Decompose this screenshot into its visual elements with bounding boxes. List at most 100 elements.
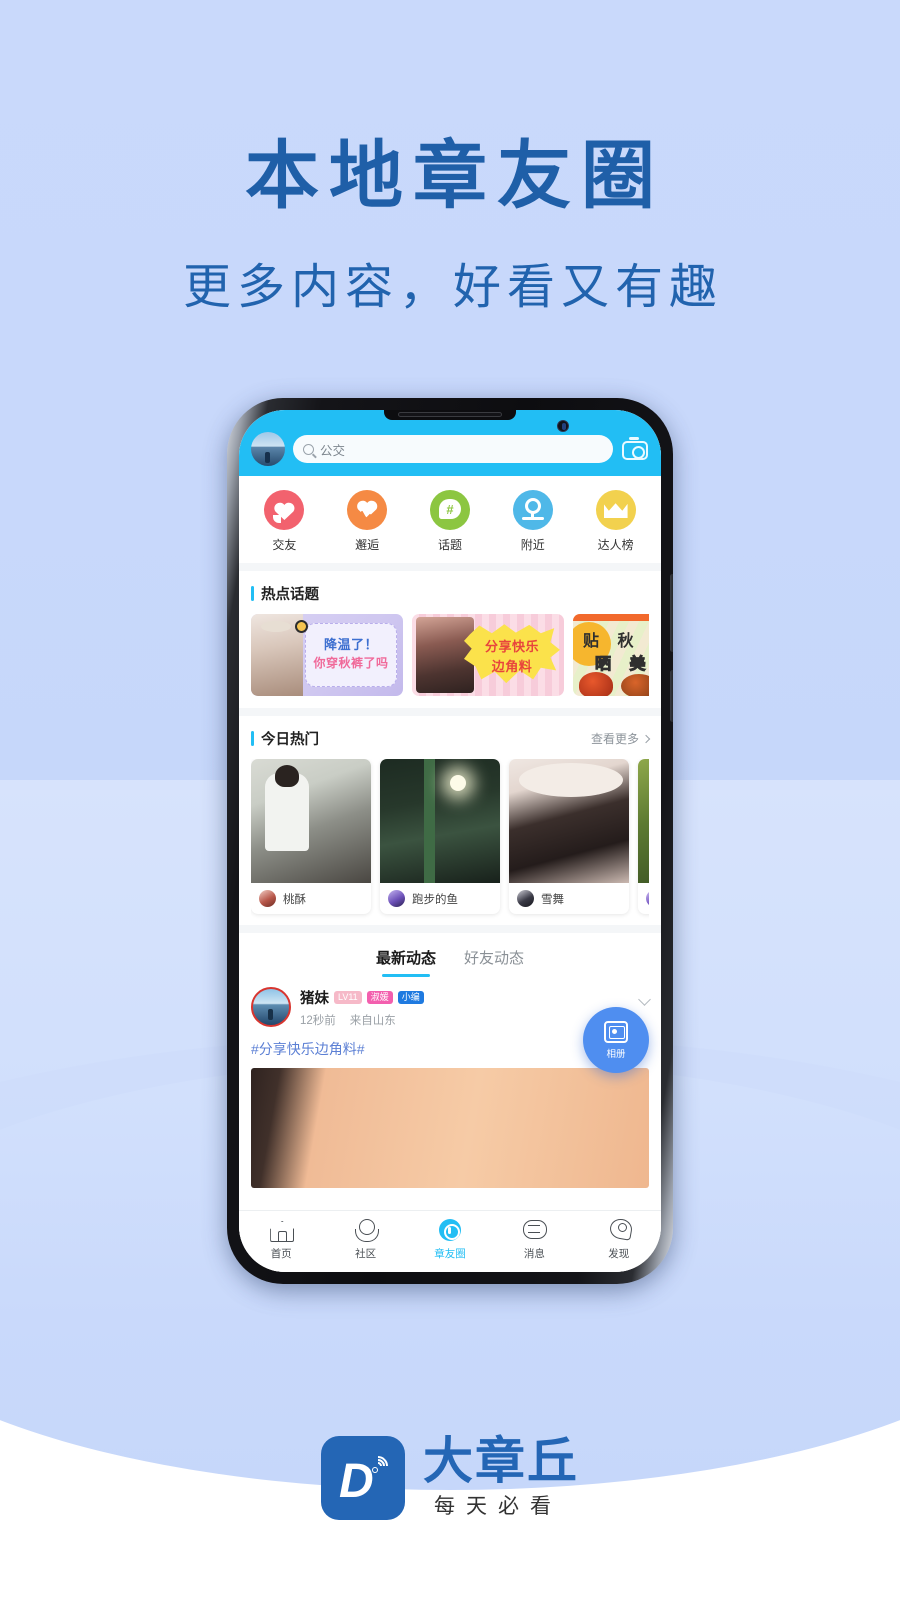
tab-home[interactable]: 首页 [246, 1218, 316, 1261]
hot-today-title: 今日热门 [261, 732, 319, 748]
topic-line2: 你穿秋裤了吗 [313, 656, 389, 670]
phone-volume-button[interactable] [670, 574, 673, 652]
accent-bar [251, 586, 254, 601]
phone-mockup: 公交 交友 邂逅 # 话题 附近 达人榜 热点话题 降温了！ 你穿秋裤了吗 分享… [227, 398, 673, 1288]
camera-icon-top [629, 437, 639, 440]
hot-card-footer: 跑步的鱼 [380, 883, 500, 914]
quicknav-item-xiehou[interactable]: 邂逅 [334, 490, 400, 553]
phone-frame: 公交 交友 邂逅 # 话题 附近 达人榜 热点话题 降温了！ 你穿秋裤了吗 分享… [227, 398, 673, 1284]
tab-community[interactable]: 社区 [331, 1218, 401, 1261]
hot-topics-header: 热点话题 [251, 583, 649, 614]
crown-icon [595, 490, 636, 530]
quicknav-item-fujin[interactable]: 附近 [500, 490, 566, 553]
hash-glyph: # [446, 501, 454, 517]
avatar [646, 890, 649, 907]
topic-card[interactable]: 贴 秋 晒 美 [573, 614, 649, 696]
author-name: 猪妹 [300, 991, 329, 1007]
quicknav-label: 话题 [437, 538, 462, 552]
hot-today-card[interactable]: 雪舞 [509, 759, 629, 914]
post-thumbnail [509, 759, 629, 883]
front-camera-icon [557, 420, 569, 432]
accent-bar [251, 731, 254, 746]
topic-photo-detail [261, 621, 291, 632]
app-viewport: 公交 交友 邂逅 # 话题 附近 达人榜 热点话题 降温了！ 你穿秋裤了吗 分享… [239, 410, 661, 1272]
message-icon [521, 1218, 548, 1242]
avatar [517, 890, 534, 907]
album-photo-icon [604, 1020, 628, 1043]
home-icon [268, 1218, 294, 1242]
topic-line1: 贴 秋 [583, 633, 641, 650]
hero-text-block: 本地章友圈 更多内容，好看又有趣 [0, 130, 900, 317]
tab-messages[interactable]: 消息 [499, 1218, 569, 1261]
hot-today-card[interactable] [638, 759, 649, 914]
post-author-row: 猪妹 LV11 淑媛 小编 [300, 987, 631, 1008]
avatar[interactable] [251, 987, 291, 1027]
pin-base [521, 517, 544, 520]
tab-discover[interactable]: 发现 [584, 1218, 654, 1261]
post-timestamp: 12秒前 [300, 1015, 336, 1027]
hot-today-header: 今日热门 查看更多 [251, 728, 651, 759]
author-name: 跑步的鱼 [412, 893, 458, 906]
pulse-line-icon [353, 511, 382, 520]
discover-icon [606, 1218, 632, 1242]
section-title-wrap: 热点话题 [251, 583, 319, 604]
avatar [388, 890, 405, 907]
quicknav-label: 附近 [520, 538, 545, 552]
tab-label: 消息 [523, 1248, 545, 1260]
quick-nav-row: 交友 邂逅 # 话题 附近 达人榜 [239, 476, 661, 563]
section-title-wrap: 今日热门 [251, 728, 319, 749]
brand-name: 大章丘 [423, 1433, 579, 1489]
heart-chat-icon [264, 490, 305, 530]
topic-card[interactable]: 分享快乐 边角料 [412, 614, 564, 696]
post-submeta: 12秒前 来自山东 [300, 1012, 631, 1028]
chevron-right-icon [641, 734, 651, 743]
status-badge: 淑媛 [366, 990, 393, 1005]
food-photo [621, 674, 649, 696]
app-logo-mark: D [321, 1436, 405, 1520]
camera-icon[interactable] [621, 437, 649, 461]
emoji-sticker-icon [295, 620, 308, 633]
hot-today-card[interactable]: 跑步的鱼 [380, 759, 500, 914]
status-badge: LV11 [334, 990, 362, 1005]
hot-topics-carousel[interactable]: 降温了！ 你穿秋裤了吗 分享快乐 边角料 贴 秋 晒 美 [251, 614, 649, 708]
view-more-button[interactable]: 查看更多 [590, 730, 651, 747]
crown-shape [603, 503, 628, 518]
tab-latest-feed[interactable]: 最新动态 [376, 947, 436, 977]
author-name: 雪舞 [541, 893, 564, 906]
heart-pulse-icon [347, 490, 388, 530]
food-photo [579, 672, 613, 696]
post-thumbnail [251, 759, 371, 883]
feed-tab-bar: 最新动态 好友动态 [239, 933, 661, 977]
hot-card-footer: 桃酥 [251, 883, 371, 914]
hot-card-footer: 雪舞 [509, 883, 629, 914]
topic-card[interactable]: 降温了！ 你穿秋裤了吗 [251, 614, 403, 696]
camera-icon-body [622, 441, 648, 460]
view-more-label: 查看更多 [590, 732, 639, 746]
earpiece-speaker [398, 412, 502, 417]
hot-today-section: 今日热门 查看更多 桃酥 跑步的鱼 雪舞 [239, 716, 661, 925]
album-fab-label: 相册 [606, 1048, 626, 1060]
feed-section: 最新动态 好友动态 猪妹 LV11 淑媛 小编 12秒前 来自山东 #分享快乐边… [239, 933, 661, 1210]
tab-label: 社区 [355, 1248, 377, 1260]
tab-friends-feed[interactable]: 好友动态 [464, 947, 524, 977]
post-thumbnail [380, 759, 500, 883]
quicknav-label: 邂逅 [355, 538, 380, 552]
search-value: 公交 [320, 443, 346, 458]
phone-power-button[interactable] [670, 670, 673, 722]
tab-label: 章友圈 [434, 1248, 466, 1260]
album-fab-button[interactable]: 相册 [583, 1007, 649, 1073]
chevron-down-icon[interactable] [638, 993, 651, 1006]
hashtag-chat-icon: # [429, 490, 470, 530]
user-avatar[interactable] [251, 432, 285, 466]
hot-today-card[interactable]: 桃酥 [251, 759, 371, 914]
hot-today-carousel[interactable]: 桃酥 跑步的鱼 雪舞 [251, 759, 649, 925]
quicknav-item-darenbang[interactable]: 达人榜 [583, 490, 649, 553]
post-location: 来自山东 [349, 1015, 396, 1027]
tab-zhangyouquan[interactable]: 章友圈 [415, 1218, 485, 1261]
avatar [259, 890, 276, 907]
post-image[interactable] [251, 1068, 649, 1188]
quicknav-item-huati[interactable]: # 话题 [417, 490, 483, 553]
search-input[interactable]: 公交 [293, 435, 613, 463]
quicknav-item-jiaoyou[interactable]: 交友 [251, 490, 317, 553]
hot-topics-section: 热点话题 降温了！ 你穿秋裤了吗 分享快乐 边角料 贴 秋 晒 美 [239, 571, 661, 708]
